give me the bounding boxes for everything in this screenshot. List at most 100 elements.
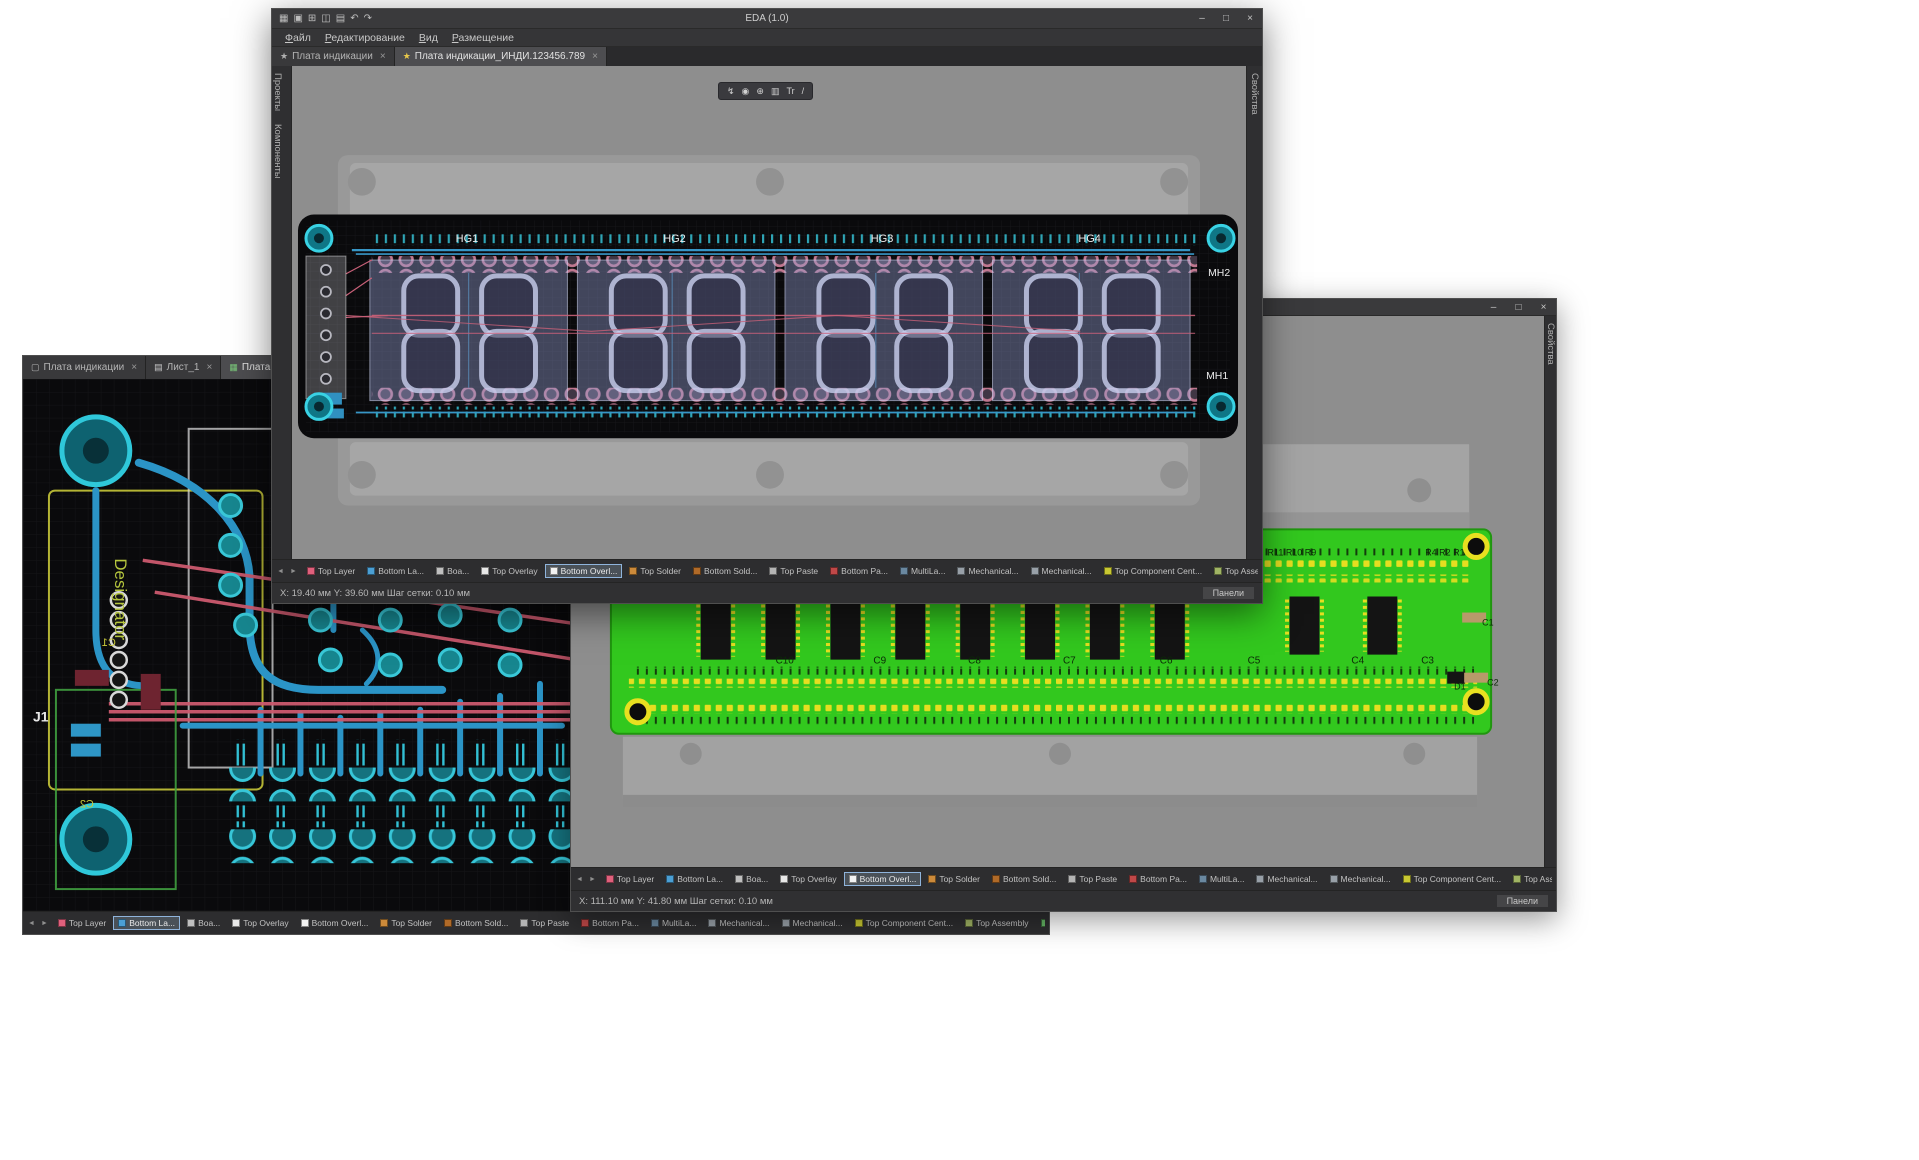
menu-item[interactable]: Размещение	[445, 32, 521, 44]
layers-scroll-right-icon[interactable]: ►	[289, 568, 298, 575]
open-project-icon[interactable]: ⊞	[308, 9, 316, 29]
undo-icon[interactable]: ↶	[350, 9, 358, 29]
layer-chip[interactable]: Top Overlay	[476, 564, 542, 578]
close-tab-icon[interactable]: ×	[131, 362, 137, 373]
layer-chip[interactable]: Top Paste	[515, 916, 574, 930]
left-dock-tab[interactable]: Проекты	[272, 69, 283, 115]
titlebar[interactable]: ▦▣⊞◫▤↶↷ EDA (1.0) –□×	[272, 9, 1262, 29]
document-tab[interactable]: ★ Плата индикации_ИНДИ.123456.789 ×	[395, 47, 607, 66]
wire-tool-icon[interactable]: ↯	[727, 86, 735, 97]
layer-chip[interactable]: Bottom La...	[661, 872, 728, 886]
layer-chip[interactable]: Bottom Sold...	[688, 564, 762, 578]
close-button[interactable]: ×	[1531, 299, 1556, 316]
layer-chip[interactable]: Bottom Sold...	[987, 872, 1061, 886]
layer-chip[interactable]: Top Solder	[923, 872, 985, 886]
save-icon[interactable]: ◫	[321, 9, 330, 29]
pcb-canvas-main[interactable]: HG1 HG2 HG3 HG4 MH2 MH1 ↯ ◉ ⊕ ▥ Tr /	[292, 66, 1246, 559]
layer-chip[interactable]: Top Courtyard	[1036, 916, 1045, 930]
mount-hole	[1465, 691, 1487, 713]
close-tab-icon[interactable]: ×	[207, 362, 213, 373]
via-tool-icon[interactable]: ◉	[742, 86, 750, 97]
layer-color-swatch	[900, 567, 908, 575]
layer-chip[interactable]: Top Paste	[1063, 872, 1122, 886]
left-dock-tab[interactable]: Компоненты	[272, 120, 283, 183]
new-document-icon[interactable]: ▣	[293, 9, 302, 29]
layers-scroll-left-icon[interactable]: ◄	[276, 568, 285, 575]
properties-panel-tab[interactable]: Свойства	[1249, 69, 1260, 119]
close-button[interactable]: ×	[1238, 9, 1262, 29]
panels-button[interactable]: Панели	[1497, 895, 1548, 907]
minimize-button[interactable]: –	[1190, 9, 1214, 29]
text-tool-icon[interactable]: Tr	[786, 86, 794, 96]
layer-chip[interactable]: Bottom Overl...	[296, 916, 374, 930]
layer-chip[interactable]: Top Component Cent...	[1398, 872, 1506, 886]
measure-tool-icon[interactable]: /	[802, 86, 805, 96]
layer-chip[interactable]: Bottom Overl...	[545, 564, 623, 578]
minimize-button[interactable]: –	[1481, 299, 1506, 316]
layer-chip[interactable]: Top Solder	[375, 916, 437, 930]
layer-chip[interactable]: Bottom Sold...	[439, 916, 513, 930]
layer-chip[interactable]: Mechanical...	[1325, 872, 1396, 886]
layer-chip[interactable]: Boa...	[182, 916, 225, 930]
layer-chip[interactable]: Top Overlay	[227, 916, 293, 930]
panels-button[interactable]: Панели	[1203, 587, 1254, 599]
layer-chip[interactable]: Mechanical...	[952, 564, 1023, 578]
layer-chip[interactable]: Bottom Overl...	[844, 872, 922, 886]
app-logo-icon[interactable]: ▦	[279, 9, 288, 29]
layer-color-swatch	[928, 875, 936, 883]
layer-chip[interactable]: Top Paste	[764, 564, 823, 578]
layer-chip[interactable]: Mechanical...	[777, 916, 848, 930]
layer-chip[interactable]: MultiLa...	[895, 564, 951, 578]
menu-item[interactable]: Файл	[278, 32, 318, 44]
maximize-button[interactable]: □	[1214, 9, 1238, 29]
menu-item[interactable]: Вид	[412, 32, 445, 44]
document-tab[interactable]: ▤ Лист_1 ×	[146, 356, 221, 379]
layer-chip[interactable]: Boa...	[730, 872, 773, 886]
layer-chip[interactable]: Top Layer	[601, 872, 659, 886]
layer-chip[interactable]: Top Component Cent...	[850, 916, 958, 930]
layer-chip[interactable]: Mechanical...	[1251, 872, 1322, 886]
copper-zone-icon[interactable]: ▥	[771, 86, 780, 97]
close-tab-icon[interactable]: ×	[380, 51, 386, 62]
layer-color-swatch	[232, 919, 240, 927]
layer-chip[interactable]: Bottom Pa...	[1124, 872, 1192, 886]
redo-icon[interactable]: ↷	[364, 9, 372, 29]
layer-chip[interactable]: Top Assembly	[1209, 564, 1258, 578]
document-tab[interactable]: ▢ Плата индикации ×	[23, 356, 146, 379]
layer-chip[interactable]: Mechanical...	[703, 916, 774, 930]
layer-chip[interactable]: Top Assembly	[1508, 872, 1552, 886]
layer-color-swatch	[1041, 919, 1045, 927]
layer-chip[interactable]: Top Assembly	[960, 916, 1033, 930]
close-tab-icon[interactable]: ×	[592, 51, 598, 62]
layer-chip[interactable]: Bottom La...	[362, 564, 429, 578]
document-tab[interactable]: ★ Плата индикации ×	[272, 47, 395, 66]
layers-scroll-right-icon[interactable]: ►	[588, 876, 597, 883]
layer-bar: ◄ ► Top Layer Bottom La... Boa... Top Ov…	[23, 911, 1049, 934]
maximize-button[interactable]: □	[1506, 299, 1531, 316]
layer-color-swatch	[1330, 875, 1338, 883]
svg-text:HG3: HG3	[871, 233, 894, 245]
layers-scroll-left-icon[interactable]: ◄	[27, 920, 36, 927]
pcb-main-drawing[interactable]: HG1 HG2 HG3 HG4 MH2 MH1	[292, 66, 1246, 559]
layer-chip[interactable]: Bottom La...	[113, 916, 180, 930]
menu-item[interactable]: Редактирование	[318, 32, 412, 44]
layer-chip[interactable]: Bottom Pa...	[576, 916, 644, 930]
layer-chip[interactable]: Top Layer	[302, 564, 360, 578]
layers-scroll-left-icon[interactable]: ◄	[575, 876, 584, 883]
layer-chip[interactable]: Top Layer	[53, 916, 111, 930]
layer-chip[interactable]: MultiLa...	[646, 916, 702, 930]
svg-text:C6: C6	[1160, 656, 1173, 667]
layer-chip[interactable]: Top Component Cent...	[1099, 564, 1207, 578]
layer-chip[interactable]: Top Solder	[624, 564, 686, 578]
library-icon[interactable]: ▤	[336, 9, 345, 29]
origin-tool-icon[interactable]: ⊕	[756, 86, 764, 97]
layer-chip[interactable]: Top Overlay	[775, 872, 841, 886]
layer-label: Top Layer	[69, 918, 106, 928]
connector-ref: J1	[33, 709, 49, 725]
layers-scroll-right-icon[interactable]: ►	[40, 920, 49, 927]
layer-chip[interactable]: Boa...	[431, 564, 474, 578]
layer-chip[interactable]: Mechanical...	[1026, 564, 1097, 578]
layer-chip[interactable]: MultiLa...	[1194, 872, 1250, 886]
layer-chip[interactable]: Bottom Pa...	[825, 564, 893, 578]
properties-panel-tab[interactable]: Свойства	[1545, 319, 1556, 369]
